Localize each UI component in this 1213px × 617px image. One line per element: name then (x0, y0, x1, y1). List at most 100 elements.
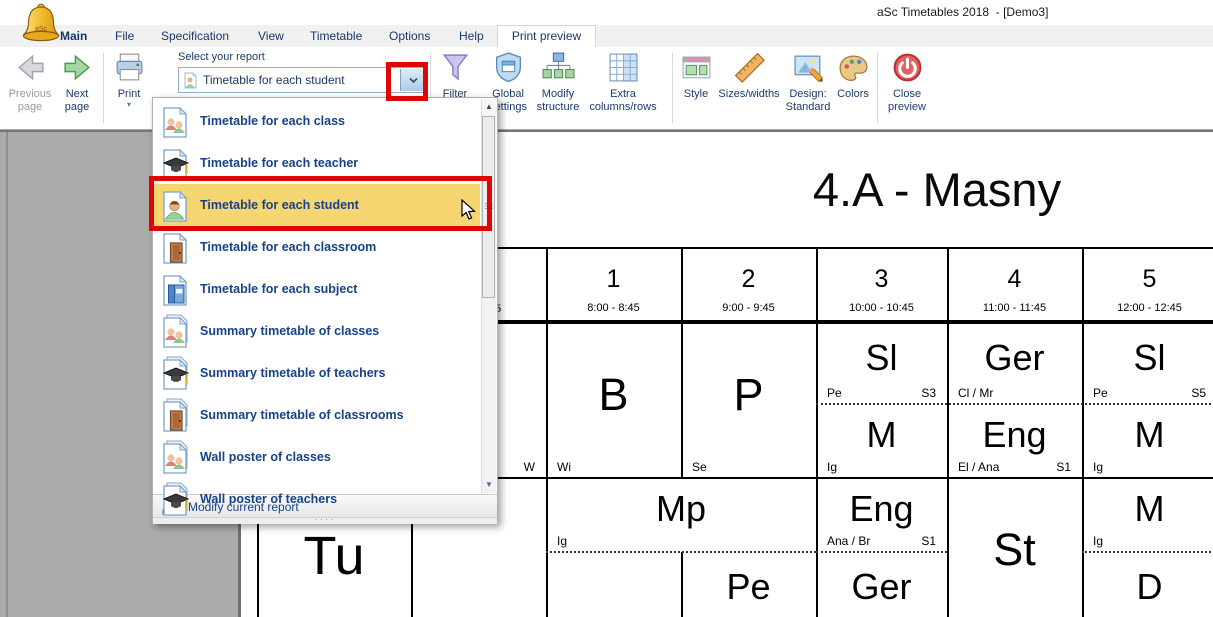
report-combobox-value: Timetable for each student (203, 73, 345, 87)
timetable-cell: SlPeS3 (819, 325, 944, 402)
teacher-doc-icon (158, 356, 194, 390)
next-page-button[interactable]: Next page (56, 51, 98, 114)
subject-label: P (684, 325, 813, 464)
subject-label: D (1085, 554, 1213, 617)
extra-columns-rows-button[interactable]: Extra columns/rows (578, 51, 668, 114)
filter-button[interactable]: Filter (432, 51, 478, 101)
design-standard-button[interactable]: Design: Standard (779, 51, 837, 114)
teacher-doc-icon (158, 146, 194, 180)
subject-label: M (1085, 480, 1213, 538)
dropdown-item-label: Summary timetable of classes (200, 324, 379, 338)
cell-split-dotted-line (546, 551, 816, 553)
dropdown-item[interactable]: Summary timetable of classes (154, 310, 480, 352)
dropdown-item[interactable]: Timetable for each classroom (154, 226, 480, 268)
menu-item-specification[interactable]: Specification (161, 25, 229, 47)
teacher-label: Se (692, 460, 707, 474)
annotation-box-dropdown-button (386, 62, 428, 101)
period-number: 3 (818, 265, 945, 294)
teacher-room-line: Ana / BrS1 (827, 534, 936, 548)
room-label: W (524, 460, 535, 474)
dropdown-item[interactable]: Summary timetable of classrooms (154, 394, 480, 436)
tab-print-preview[interactable]: Print preview (497, 25, 596, 48)
class-doc-icon (158, 104, 194, 138)
toolbar-separator (672, 53, 673, 123)
menu-item-options[interactable]: Options (389, 25, 430, 47)
teacher-room-line: Ig (1093, 534, 1206, 548)
palette-icon (831, 51, 875, 87)
menu-item-view[interactable]: View (258, 25, 284, 47)
previous-page-button[interactable]: Previous page (6, 51, 54, 114)
period-header-cell: 18:00 - 8:45 (548, 249, 679, 318)
subject-label: Sl (819, 325, 944, 390)
filter-icon (432, 51, 478, 87)
timetable-cell: GerCl / Mr (950, 325, 1079, 402)
print-button[interactable]: Print ▾ (107, 51, 151, 109)
timetable-cell: MIg (1085, 480, 1213, 550)
dropdown-item[interactable]: Wall poster of classes (154, 436, 480, 478)
dropdown-item-label: Summary timetable of teachers (200, 366, 386, 380)
asc-bell-logo: aSc (20, 1, 62, 47)
teacher-room-line: Ig (1093, 460, 1206, 474)
subject-label: M (819, 406, 944, 464)
timetable-cell: GerMa / Cl (819, 554, 944, 617)
toolbar-separator (877, 53, 878, 123)
close-preview-button[interactable]: Close preview (882, 51, 932, 114)
cell-split-dotted-line (816, 403, 1213, 405)
dropdown-item[interactable]: Summary timetable of teachers (154, 352, 480, 394)
class-doc-icon (158, 314, 194, 348)
class-doc-icon (158, 440, 194, 474)
dropdown-item-label: Timetable for each class (200, 114, 345, 128)
cell-split-dotted-line (816, 551, 947, 553)
room-label: S1 (1056, 460, 1071, 474)
menu-item-file[interactable]: File (115, 25, 134, 47)
timetable-cell: BWi (549, 325, 678, 476)
classroom-doc-icon (158, 230, 194, 264)
subject-label: Sl (1085, 325, 1213, 390)
sizes-widths-button[interactable]: Sizes/widths (714, 51, 784, 101)
scroll-up-icon[interactable]: ▲ (482, 99, 496, 115)
period-header-cell: 29:00 - 9:45 (683, 249, 814, 318)
period-time: 11:00 - 11:45 (949, 302, 1080, 314)
period-number: 2 (683, 265, 814, 294)
room-label: S5 (1191, 386, 1206, 400)
subject-doc-icon (158, 272, 194, 306)
print-dropdown-arrow[interactable]: ▾ (107, 101, 151, 109)
teacher-room-line: Cl / Mr (958, 386, 1071, 400)
period-time: 12:00 - 12:45 (1084, 302, 1213, 314)
logo-text: aSc (35, 26, 48, 33)
teacher-room-line: PeS3 (827, 386, 936, 400)
room-label: S1 (921, 534, 936, 548)
style-button[interactable]: Style (675, 51, 717, 101)
period-time: 10:00 - 10:45 (818, 302, 945, 314)
teacher-doc-icon (158, 482, 194, 516)
dropdown-item[interactable]: Timetable for each class (154, 100, 480, 142)
teacher-room-line: Wi (557, 460, 670, 474)
dropdown-scrollbar[interactable]: ▲ ▼ (481, 99, 496, 493)
colors-button[interactable]: Colors (831, 51, 875, 101)
subject-label: B (549, 325, 678, 464)
report-select-label: Select your report (178, 51, 265, 63)
menu-item-timetable[interactable]: Timetable (310, 25, 362, 47)
subject-label: M (1085, 406, 1213, 464)
teacher-label: Cl / Mr (958, 386, 993, 400)
report-dropdown-list: ▲ ▼ Modify current report ···· Timetable… (152, 97, 498, 524)
teacher-label: Ig (1093, 534, 1103, 548)
dropdown-item[interactable]: Wall poster of teachers (154, 478, 480, 520)
timetable-cell: EngEl / AnaS1 (950, 406, 1079, 476)
teacher-room-line: Ig (827, 460, 936, 474)
subject-label: Mp (549, 480, 813, 538)
cell-split-dotted-line (1082, 551, 1213, 553)
timetable-cell: EngAna / BrS1 (819, 480, 944, 550)
scroll-down-icon[interactable]: ▼ (482, 477, 496, 493)
period-header-cell: 512:00 - 12:45 (1084, 249, 1213, 318)
toolbar-separator (103, 53, 104, 123)
menu-item-help[interactable]: Help (459, 25, 484, 47)
previous-page-icon (6, 51, 54, 87)
timetable-cell: MIg (819, 406, 944, 476)
timetable-cell: PeWiGB (684, 554, 813, 617)
subject-label: Pe (684, 554, 813, 617)
timetable-cell: DKlS5 (1085, 554, 1213, 617)
picture-pencil-icon (779, 51, 837, 87)
menu-item-main[interactable]: Main (60, 25, 87, 47)
dropdown-item[interactable]: Timetable for each subject (154, 268, 480, 310)
